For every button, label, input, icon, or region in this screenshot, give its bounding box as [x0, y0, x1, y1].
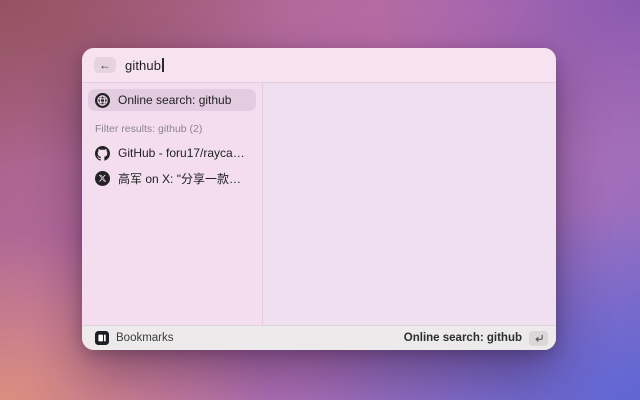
text-cursor	[162, 58, 164, 72]
results-list: Online search: github Filter results: gi…	[82, 83, 263, 325]
list-item-label: Online search: github	[118, 93, 231, 107]
main-area: Online search: github Filter results: gi…	[82, 83, 556, 325]
list-item-online-search[interactable]: Online search: github	[88, 89, 256, 111]
launcher-window: ← github Online search: github Filter re…	[82, 48, 556, 350]
return-arrow-icon	[533, 333, 544, 344]
search-input-value: github	[125, 58, 161, 73]
list-item-x-post[interactable]: 高军 on X: "分享一款颇为实用的…	[88, 167, 256, 189]
list-item-label: GitHub - foru17/raycast-hoarder…	[118, 146, 249, 160]
search-input[interactable]: github	[125, 58, 544, 73]
bookmarks-app-icon	[95, 331, 109, 345]
footer-source: Bookmarks	[95, 331, 174, 345]
github-icon	[95, 146, 110, 161]
section-header: Filter results: github (2)	[88, 114, 256, 142]
primary-action-label: Online search: github	[404, 332, 522, 344]
footer-bar: Bookmarks Online search: github	[82, 325, 556, 350]
list-item-github-repo[interactable]: GitHub - foru17/raycast-hoarder…	[88, 142, 256, 164]
back-button[interactable]: ←	[94, 57, 116, 73]
primary-action-button[interactable]: Online search: github	[404, 331, 548, 346]
list-item-label: 高军 on X: "分享一款颇为实用的…	[118, 170, 249, 187]
enter-keycap	[529, 331, 548, 346]
detail-pane	[263, 83, 556, 325]
arrow-left-icon: ←	[99, 59, 111, 71]
search-bar: ← github	[82, 48, 556, 83]
x-logo-icon	[95, 171, 110, 186]
globe-icon	[95, 93, 110, 108]
footer-source-label: Bookmarks	[116, 332, 174, 344]
